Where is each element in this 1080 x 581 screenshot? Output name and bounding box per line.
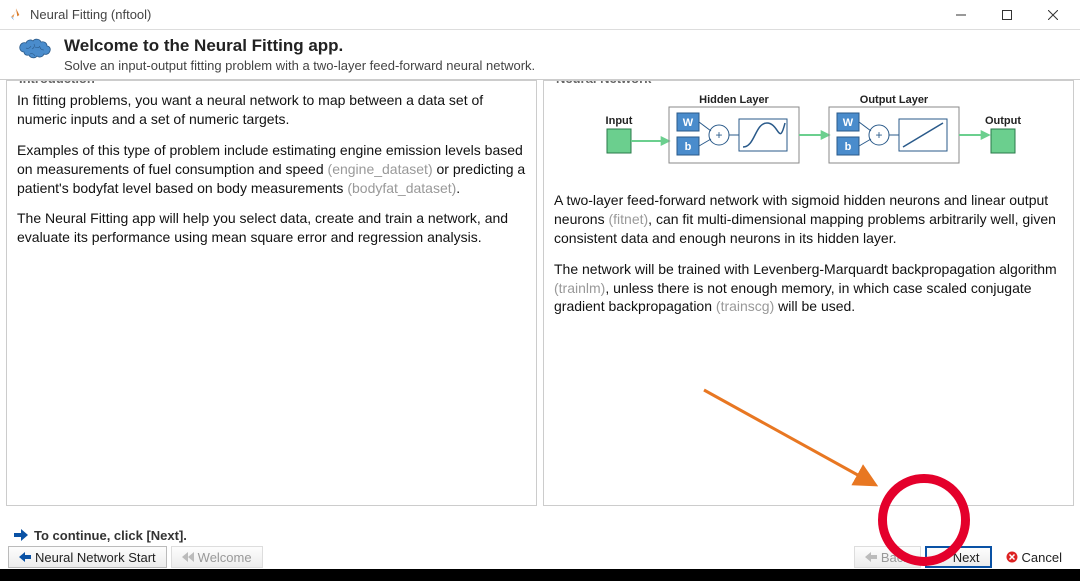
neural-network-panel: Neural Network Input Hidden Layer W b + … — [543, 80, 1074, 506]
button-row: Neural Network Start Welcome Back Next C… — [0, 545, 1080, 569]
nn-panel-title: Neural Network — [552, 80, 655, 86]
svg-text:Output Layer: Output Layer — [859, 94, 928, 106]
footer-hint-text: To continue, click [Next]. — [34, 528, 187, 543]
welcome-button[interactable]: Welcome — [171, 546, 263, 568]
footer-hint: To continue, click [Next]. — [0, 523, 1080, 547]
black-strip — [0, 569, 1080, 581]
intro-p3: The Neural Fitting app will help you sel… — [17, 209, 526, 247]
header-subtitle: Solve an input-output fitting problem wi… — [64, 58, 1070, 73]
arrow-left-icon — [19, 551, 31, 563]
network-diagram: Input Hidden Layer W b + Output Layer W — [589, 91, 1029, 181]
cancel-icon — [1006, 551, 1018, 563]
titlebar: Neural Fitting (nftool) — [0, 0, 1080, 30]
cancel-button[interactable]: Cancel — [996, 546, 1072, 568]
trainscg-link[interactable]: (trainscg) — [716, 298, 774, 314]
trainlm-link[interactable]: (trainlm) — [554, 280, 605, 296]
close-button[interactable] — [1030, 0, 1076, 30]
svg-text:W: W — [682, 117, 693, 129]
matlab-icon — [8, 7, 24, 23]
nn-p1: A two-layer feed-forward network with si… — [554, 191, 1063, 248]
neural-network-start-button[interactable]: Neural Network Start — [8, 546, 167, 568]
intro-panel-title: Introduction — [15, 80, 99, 86]
svg-text:b: b — [844, 141, 851, 153]
intro-p2: Examples of this type of problem include… — [17, 141, 526, 198]
next-button[interactable]: Next — [925, 546, 992, 568]
engine-dataset-link[interactable]: (engine_dataset) — [328, 161, 433, 177]
window-title: Neural Fitting (nftool) — [30, 7, 151, 22]
svg-text:Hidden Layer: Hidden Layer — [699, 94, 769, 106]
minimize-button[interactable] — [938, 0, 984, 30]
svg-text:Output: Output — [984, 115, 1020, 127]
fitnet-link[interactable]: (fitnet) — [608, 211, 648, 227]
arrow-right-icon — [12, 527, 28, 543]
brain-icon — [16, 34, 56, 70]
svg-text:+: + — [715, 128, 722, 142]
svg-text:W: W — [842, 117, 853, 129]
maximize-button[interactable] — [984, 0, 1030, 30]
introduction-panel: Introduction In fitting problems, you wa… — [6, 80, 537, 506]
intro-p1: In fitting problems, you want a neural n… — [17, 91, 526, 129]
rewind-icon — [182, 551, 194, 563]
nn-p2: The network will be trained with Levenbe… — [554, 260, 1063, 317]
back-button[interactable]: Back — [854, 546, 921, 568]
arrow-right-icon — [937, 551, 949, 563]
bodyfat-dataset-link[interactable]: (bodyfat_dataset) — [347, 180, 456, 196]
arrow-left-icon — [865, 551, 877, 563]
header: Welcome to the Neural Fitting app. Solve… — [0, 30, 1080, 80]
svg-text:b: b — [684, 141, 691, 153]
svg-text:Input: Input — [605, 115, 632, 127]
header-title: Welcome to the Neural Fitting app. — [64, 36, 1070, 56]
svg-text:+: + — [875, 128, 882, 142]
